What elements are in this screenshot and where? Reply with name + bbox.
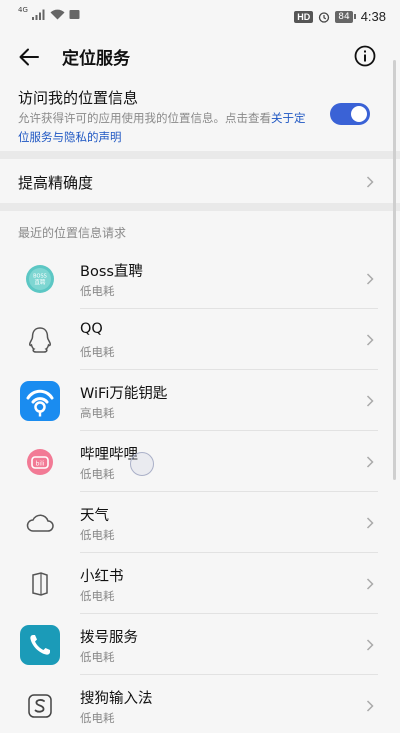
app-power-usage: 低电耗 <box>80 345 115 359</box>
app-name: 小红书 <box>80 569 124 585</box>
section-divider <box>0 151 400 159</box>
app-name: 拨号服务 <box>80 630 138 646</box>
status-bar: 4G HD 84 4:38 <box>0 0 400 34</box>
notification-icon <box>69 10 80 19</box>
wifi-key-icon <box>20 381 60 421</box>
app-power-usage: 高电耗 <box>80 406 115 420</box>
back-arrow-icon <box>19 48 39 66</box>
improve-accuracy-label: 提高精确度 <box>18 174 94 192</box>
status-left: 4G <box>18 5 80 20</box>
app-row-sogou[interactable]: 搜狗输入法 低电耗 <box>0 675 400 733</box>
touch-indicator <box>130 452 154 476</box>
app-row-xiaohongshu[interactable]: 小红书 低电耗 <box>0 553 400 614</box>
app-power-usage: 低电耗 <box>80 528 115 542</box>
qq-penguin-icon <box>20 320 60 360</box>
app-power-usage: 低电耗 <box>80 589 115 603</box>
chevron-right-icon <box>366 639 374 651</box>
location-access-description: 允许获得许可的应用使用我的位置信息。点击查看关于定位服务与隐私的声明 <box>18 109 310 147</box>
info-button[interactable] <box>352 43 378 69</box>
battery-icon: 84 <box>335 10 356 23</box>
network-type: 4G <box>18 5 28 14</box>
toggle-knob <box>351 106 367 122</box>
clock: 4:38 <box>360 9 386 24</box>
location-toggle[interactable] <box>330 103 370 125</box>
app-power-usage: 低电耗 <box>80 711 115 725</box>
page-title: 定位服务 <box>62 49 130 69</box>
back-button[interactable] <box>14 42 44 72</box>
svg-text:BOSS: BOSS <box>33 274 47 280</box>
app-name: 天气 <box>80 508 109 524</box>
app-row-qq[interactable]: QQ 低电耗 <box>0 309 400 370</box>
app-power-usage: 低电耗 <box>80 284 115 298</box>
chevron-right-icon <box>366 578 374 590</box>
app-bar: 定位服务 <box>0 34 400 78</box>
app-name: WiFi万能钥匙 <box>80 386 168 402</box>
svg-text:bili: bili <box>36 461 45 468</box>
signal-icon <box>31 9 45 20</box>
info-icon <box>354 45 376 67</box>
chevron-right-icon <box>366 456 374 468</box>
recent-requests-header: 最近的位置信息请求 <box>18 226 127 240</box>
app-row-wifi-key[interactable]: WiFi万能钥匙 高电耗 <box>0 370 400 431</box>
app-row-weather[interactable]: 天气 低电耗 <box>0 492 400 553</box>
wifi-icon <box>50 9 65 20</box>
app-name: QQ <box>80 321 103 337</box>
svg-text:直聘: 直聘 <box>34 278 46 286</box>
app-power-usage: 低电耗 <box>80 467 115 481</box>
sogou-input-icon <box>20 686 60 726</box>
chevron-right-icon <box>366 176 374 188</box>
location-access-title: 访问我的位置信息 <box>18 89 139 107</box>
weather-cloud-icon <box>20 503 60 543</box>
app-power-usage: 低电耗 <box>80 650 115 664</box>
bilibili-icon: bili <box>20 442 60 482</box>
location-access-row[interactable]: 访问我的位置信息 允许获得许可的应用使用我的位置信息。点击查看关于定位服务与隐私… <box>0 84 400 150</box>
chevron-right-icon <box>366 395 374 407</box>
xiaohongshu-icon <box>20 564 60 604</box>
improve-accuracy-row[interactable]: 提高精确度 <box>0 161 400 203</box>
chevron-right-icon <box>366 273 374 285</box>
hd-badge: HD <box>294 10 314 23</box>
battery-level: 84 <box>335 10 353 23</box>
app-row-boss[interactable]: BOSS 直聘 Boss直聘 低电耗 <box>0 248 400 309</box>
app-row-bilibili[interactable]: bili 哔哩哔哩 低电耗 <box>0 431 400 492</box>
app-row-dialer[interactable]: 拨号服务 低电耗 <box>0 614 400 675</box>
phone-dialer-icon <box>20 625 60 665</box>
boss-zhipin-icon: BOSS 直聘 <box>20 259 60 299</box>
chevron-right-icon <box>366 517 374 529</box>
status-right: HD 84 4:38 <box>294 9 386 24</box>
scrollbar[interactable] <box>393 60 396 480</box>
app-name: 搜狗输入法 <box>80 691 153 707</box>
section-divider <box>0 203 400 211</box>
location-access-desc-text: 允许获得许可的应用使用我的位置信息。点击查看 <box>18 111 271 125</box>
chevron-right-icon <box>366 700 374 712</box>
app-name: Boss直聘 <box>80 264 143 280</box>
alarm-icon <box>319 11 330 23</box>
chevron-right-icon <box>366 334 374 346</box>
